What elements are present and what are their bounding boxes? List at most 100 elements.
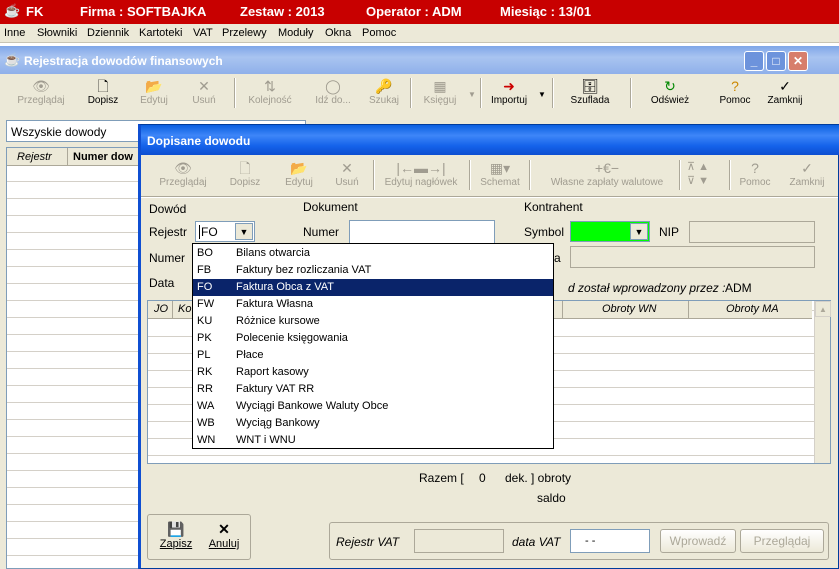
dropdown-item-fw[interactable]: FW Faktura Własna: [193, 296, 553, 313]
vat-group: Rejestr VAT data VAT - - Wprowadź Przegl…: [329, 522, 829, 560]
item-code: BO: [197, 247, 213, 259]
toolbar-label: Schemat: [480, 177, 520, 188]
dlg-edytuj-naglowek-button[interactable]: |←▬→| Edytuj nagłówek: [379, 160, 463, 188]
eye-icon: 👁: [174, 160, 192, 176]
menu-kartoteki[interactable]: Kartoteki: [139, 27, 182, 39]
menu-vat[interactable]: VAT: [193, 27, 213, 39]
nip-input[interactable]: [689, 221, 815, 243]
dropdown-item-pl[interactable]: PL Płace: [193, 347, 553, 364]
toolbar-dopisz-button[interactable]: 🗋 Dopisz: [78, 78, 128, 106]
item-code: WA: [197, 400, 215, 412]
dlg-wlasne-zaplaty-button[interactable]: +€− Własne zapłaty walutowe: [539, 160, 675, 188]
grid-vertical-scrollbar[interactable]: ▲: [814, 301, 831, 463]
rejestr-dropdown-list[interactable]: BO Bilans otwarcia FB Faktury bez rozlicza…: [192, 243, 554, 449]
toolbar-label: Pomoc: [719, 95, 751, 106]
toolbar-importuj-button[interactable]: ➜ Importuj: [486, 78, 532, 106]
data-vat-input[interactable]: - -: [570, 529, 650, 553]
menu-okna[interactable]: Okna: [325, 27, 351, 39]
toolbar-label: Zamknij: [767, 95, 803, 106]
ksieguj-dropdown-arrow-icon[interactable]: ▼: [468, 90, 476, 99]
dropdown-item-rk[interactable]: RK Raport kasowy: [193, 364, 553, 381]
razem-suffix: dek. ] obroty: [505, 471, 572, 485]
menu-pomoc[interactable]: Pomoc: [362, 27, 396, 39]
section-dokument: Dokument: [303, 200, 358, 214]
close-button[interactable]: ✕: [788, 51, 808, 71]
toolbar-odswiez-button[interactable]: ↻ Odśwież: [642, 78, 698, 106]
column-ko[interactable]: Ko: [178, 303, 191, 315]
new-document-icon: 🗋: [239, 160, 251, 176]
przegladaj-vat-button[interactable]: Przeglądaj: [740, 529, 824, 553]
dlg-zamknij-button[interactable]: ✓ Zamknij: [785, 160, 829, 188]
symbol-combo[interactable]: ▼: [570, 221, 650, 242]
toolbar-separator: [529, 160, 531, 190]
column-obroty-wn[interactable]: Obroty WN: [602, 303, 656, 315]
column-jo[interactable]: JO: [154, 303, 168, 315]
toolbar-pomoc-button[interactable]: ? Pomoc: [712, 78, 758, 106]
dokument-numer-input[interactable]: [349, 220, 495, 244]
scroll-up-arrow-icon[interactable]: ▲: [815, 301, 831, 317]
menu-moduly[interactable]: Moduły: [278, 27, 313, 39]
menu-inne[interactable]: Inne: [4, 27, 25, 39]
dlg-schemat-button[interactable]: ▦▾ Schemat: [477, 160, 523, 188]
navigation-arrows-icon[interactable]: ⊼ ▲ ⊽ ▼: [687, 160, 723, 188]
eye-icon: 👁: [32, 78, 50, 94]
dlg-przegladaj-button[interactable]: 👁 Przeglądaj: [153, 160, 213, 188]
item-name: Wyciąg Bankowy: [236, 417, 320, 429]
toolbar-szukaj-button[interactable]: 🔑 Szukaj: [362, 78, 406, 106]
documents-grid[interactable]: Rejestr Numer dow: [6, 147, 140, 569]
toolbar-edytuj-button[interactable]: 📂 Edytuj: [132, 78, 176, 106]
dropdown-item-bo[interactable]: BO Bilans otwarcia: [193, 245, 553, 262]
menu-dziennik[interactable]: Dziennik: [87, 27, 129, 39]
wprowadz-button[interactable]: Wprowadź: [660, 529, 736, 553]
toolbar-szuflada-button[interactable]: 🗄 Szuflada: [562, 78, 618, 106]
nazwa-input[interactable]: [570, 246, 815, 268]
dropdown-item-fo[interactable]: FO Faktura Obca z VAT: [193, 279, 553, 296]
toolbar-label: Edytuj nagłówek: [384, 177, 458, 188]
menu-slowniki[interactable]: Słowniki: [37, 27, 77, 39]
symbol-dropdown-arrow-icon[interactable]: ▼: [630, 223, 648, 240]
help-icon: ?: [731, 78, 739, 94]
dropdown-item-wb[interactable]: WB Wyciąg Bankowy: [193, 415, 553, 432]
column-rejestr[interactable]: Rejestr: [17, 151, 52, 163]
zapisz-button[interactable]: 💾 Zapisz: [156, 521, 196, 555]
toolbar-label: Własne zapłaty walutowe: [550, 177, 664, 188]
dropdown-item-wa[interactable]: WA Wyciągi Bankowe Waluty Obce: [193, 398, 553, 415]
column-obroty-ma[interactable]: Obroty MA: [726, 303, 779, 315]
toolbar-przegladaj-button[interactable]: 👁 Przeglądaj: [14, 78, 68, 106]
item-code: FO: [197, 281, 213, 293]
item-name: Faktura Obca z VAT: [236, 281, 335, 293]
dlg-pomoc-button[interactable]: ? Pomoc: [735, 160, 775, 188]
column-numer[interactable]: Numer dow: [73, 151, 133, 163]
anuluj-button[interactable]: ✕ Anuluj: [204, 521, 244, 555]
toolbar-label: Dopisz: [87, 95, 119, 106]
dlg-usun-button[interactable]: ✕ Usuń: [327, 160, 367, 188]
dlg-edytuj-button[interactable]: 📂 Edytuj: [277, 160, 321, 188]
item-code: RR: [197, 383, 213, 395]
toolbar-idz-do-button[interactable]: ◯ Idź do...: [308, 78, 358, 106]
toolbar-label: Dopisz: [229, 177, 261, 188]
dropdown-item-fb[interactable]: FB Faktury bez rozliczania VAT: [193, 262, 553, 279]
dropdown-item-rr[interactable]: RR Faktury VAT RR: [193, 381, 553, 398]
dropdown-item-wn[interactable]: WN WNT i WNU: [193, 432, 553, 449]
window-icon: ☕: [4, 52, 21, 67]
rejestr-combo[interactable]: FO ▼: [195, 221, 255, 242]
maximize-button[interactable]: □: [766, 51, 786, 71]
toolbar-separator: [469, 160, 471, 190]
toolbar-ksieguj-button[interactable]: ▦ Księguj: [416, 78, 464, 106]
rejestr-vat-input[interactable]: [414, 529, 504, 553]
minimize-button[interactable]: _: [744, 51, 764, 71]
toolbar-label: Zamknij: [789, 177, 825, 188]
importuj-dropdown-arrow-icon[interactable]: ▼: [538, 90, 546, 99]
toolbar-label: Importuj: [490, 95, 528, 106]
dlg-dopisz-button[interactable]: 🗋 Dopisz: [223, 160, 267, 188]
rejestr-dropdown-arrow-icon[interactable]: ▼: [235, 223, 253, 240]
menu-przelewy[interactable]: Przelewy: [222, 27, 267, 39]
section-dowod: Dowód: [149, 202, 187, 216]
toolbar-zamknij-button[interactable]: ✓ Zamknij: [762, 78, 808, 106]
dropdown-item-pk[interactable]: PK Polecenie księgowania: [193, 330, 553, 347]
toolbar-kolejnosc-button[interactable]: ⇅ Kolejność: [242, 78, 298, 106]
toolbar-usun-button[interactable]: ✕ Usuń: [182, 78, 226, 106]
dropdown-item-ku[interactable]: KU Różnice kursowe: [193, 313, 553, 330]
toolbar-label: Odśwież: [650, 95, 690, 106]
data-vat-label: data VAT: [512, 535, 561, 549]
